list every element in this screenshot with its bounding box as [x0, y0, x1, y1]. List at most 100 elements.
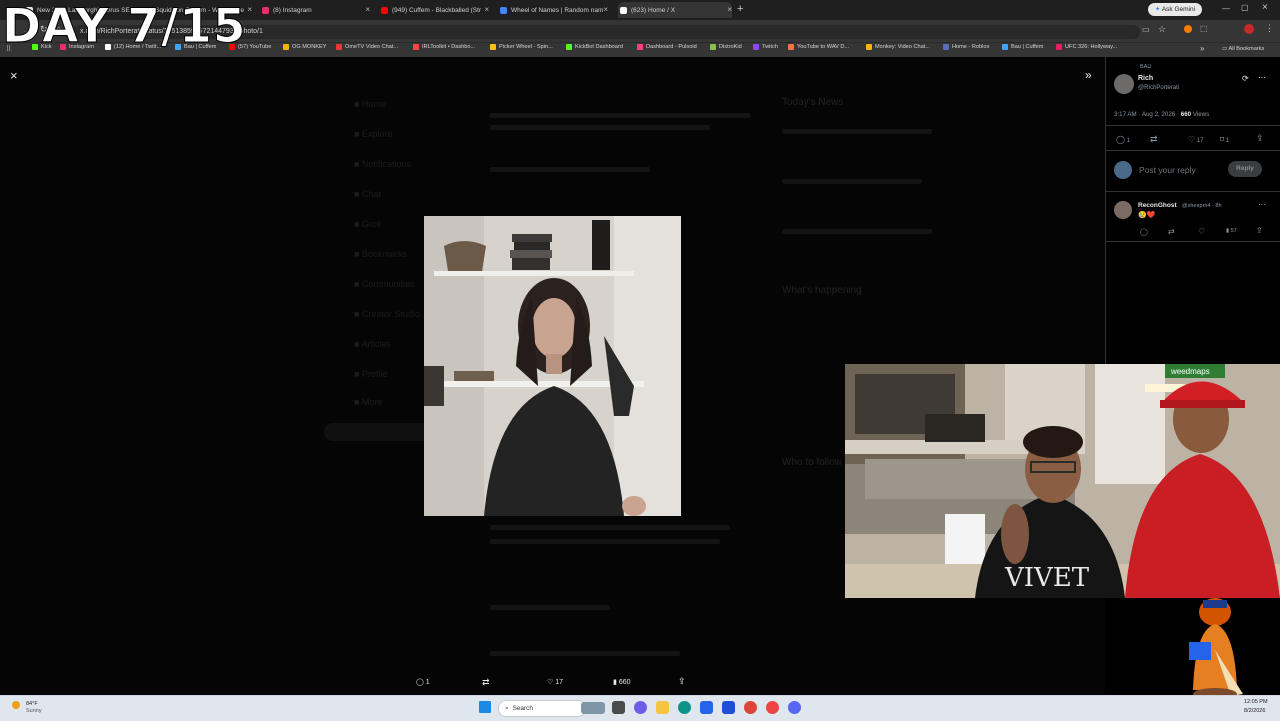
mascot-logo [1189, 598, 1243, 700]
close-icon[interactable]: × [603, 5, 608, 14]
grok-icon[interactable]: ⟳ [1242, 74, 1249, 83]
ghost-nav: ■ Notifications [354, 159, 411, 169]
bookmark-item[interactable]: IRLToolkit • Dashbo... [413, 44, 475, 50]
store-icon[interactable] [700, 701, 713, 714]
reply-views[interactable]: ▮ 57 [1226, 228, 1237, 234]
reply-action[interactable]: ◯ 1 [416, 678, 430, 686]
extension-icon[interactable] [1184, 25, 1192, 33]
new-tab-icon[interactable]: + [737, 3, 743, 15]
edge-icon[interactable] [678, 701, 691, 714]
reply-share-button[interactable]: ⇪ [1256, 226, 1263, 235]
bookmark-item[interactable]: Monkey: Video Chat... [866, 44, 930, 50]
reply-icon: ◯ [1116, 135, 1125, 144]
tab-favicon [262, 6, 269, 14]
author-avatar[interactable] [1114, 74, 1134, 94]
close-icon[interactable]: × [727, 5, 732, 14]
mail-icon[interactable] [722, 701, 735, 714]
ghost-nav: ■ Explore [354, 129, 393, 139]
all-bookmarks[interactable]: ▭ All Bookmarks [1222, 46, 1264, 52]
tab-title: (8) Instagram [273, 6, 312, 14]
extension-icon[interactable]: ⬚ [1200, 24, 1208, 33]
more-icon[interactable]: ⋯ [1258, 73, 1266, 82]
bookmark-item[interactable]: OmeTV Video Chat... [336, 44, 398, 50]
start-icon[interactable] [479, 701, 491, 713]
author-name[interactable]: Rich [1138, 75, 1153, 82]
like-action[interactable]: ♡ 17 [547, 678, 563, 686]
weather-widget[interactable]: 84°F Sunny [10, 699, 50, 717]
reply-like-button[interactable]: ♡ [1198, 227, 1205, 236]
discord-icon[interactable] [788, 701, 801, 714]
clock-date[interactable]: 8/2/2026 [1244, 708, 1265, 714]
share-button[interactable]: ⇪ [1256, 133, 1264, 144]
bookmark-item[interactable]: Dashboard - Pulsoid [637, 44, 697, 50]
clock-time[interactable]: 12:05 PM [1244, 699, 1268, 705]
repost-icon: ⇄ [1150, 134, 1158, 144]
close-icon[interactable]: × [365, 5, 370, 14]
ghost-line [782, 229, 932, 234]
chrome-icon[interactable] [744, 701, 757, 714]
author-handle[interactable]: @RIchPorterati [1138, 85, 1179, 91]
views-action[interactable]: ▮ 660 [613, 678, 631, 686]
tab-6-active[interactable]: (623) Home / X × [618, 2, 732, 18]
close-window-icon[interactable]: × [1262, 2, 1268, 13]
collapse-panel-icon[interactable]: » [1085, 68, 1092, 82]
taskbar-search[interactable]: ⌕ Search [498, 700, 605, 717]
tab-favicon [500, 6, 507, 14]
ask-gemini-button[interactable]: ✦ Ask Gemini [1148, 3, 1202, 16]
copilot-icon[interactable] [634, 701, 647, 714]
heart-icon: ♡ [1198, 227, 1206, 236]
bookmark-item[interactable]: Twitch [753, 44, 778, 50]
reply-avatar[interactable] [1114, 201, 1132, 219]
search-highlight-image [581, 702, 605, 714]
file-explorer-icon[interactable] [656, 701, 669, 714]
profile-avatar-icon[interactable] [1244, 24, 1254, 34]
reply-input[interactable]: Post your reply [1139, 165, 1196, 175]
repost-button[interactable]: ⇄ [1150, 134, 1158, 145]
bookmark-item[interactable]: Bau | Cuffem [1002, 44, 1043, 50]
minimize-icon[interactable]: — [1222, 4, 1230, 13]
task-view-icon[interactable] [612, 701, 625, 714]
close-icon[interactable]: × [10, 68, 18, 83]
x-logo-icon [620, 6, 627, 14]
bookmark-item[interactable]: DistroKid [710, 44, 742, 50]
bookmark-count[interactable]: ⌑ 1 [1220, 135, 1229, 144]
post-photo[interactable] [424, 216, 681, 516]
chevron-right-icon[interactable]: » [1200, 44, 1204, 53]
ghost-nav: ■ Profile [354, 369, 388, 379]
close-icon[interactable]: × [484, 5, 489, 14]
bookmark-item[interactable]: OG MONKEY [283, 44, 327, 50]
bookmark-item[interactable]: Picker Wheel - Spin... [490, 44, 553, 50]
extension-icon[interactable]: ▭ [1142, 25, 1150, 34]
repost-icon: ⇄ [1168, 227, 1175, 236]
star-icon[interactable]: ☆ [1158, 24, 1166, 35]
reply-button[interactable]: Reply [1228, 161, 1262, 177]
reply-reply-button[interactable]: ◯ [1140, 228, 1148, 236]
ghost-nav: ■ Creator Studio [354, 309, 420, 319]
ghost-line [490, 167, 650, 172]
reply-count[interactable]: ◯ 1 [1116, 135, 1130, 144]
ghost-line [490, 113, 750, 118]
bookmark-item[interactable]: UFC 326: Hollyway... [1056, 44, 1117, 50]
bookmark-item[interactable]: Home - Roblox [943, 44, 989, 50]
tab-5[interactable]: Wheel of Names | Random nam × [500, 2, 608, 18]
maximize-icon[interactable]: ▢ [1241, 3, 1249, 12]
close-icon[interactable]: × [247, 5, 252, 14]
shirt-text: VIVET [1004, 563, 1090, 593]
webcam-image: VIVET weedmaps [845, 364, 1280, 598]
bookmark-item[interactable]: YouTube to WAV D... [788, 44, 849, 50]
tab-title: Wheel of Names | Random nam [511, 6, 604, 14]
share-action[interactable]: ⇪ [678, 676, 686, 687]
reply-author-name[interactable]: ReconGhost [1138, 202, 1177, 209]
menu-icon[interactable]: ⋮ [1265, 23, 1274, 34]
webcam-overlay: VIVET weedmaps [845, 364, 1280, 598]
tab-4[interactable]: (949) Cuffem - Blackballed (Str × [381, 2, 489, 18]
like-count[interactable]: ♡ 17 [1188, 135, 1204, 144]
repost-action[interactable]: ⇄ [482, 677, 490, 688]
tab-3[interactable]: (8) Instagram × [262, 2, 370, 18]
bookmark-item[interactable]: KickBot Dashboard [566, 44, 623, 50]
more-icon[interactable]: ⋯ [1258, 200, 1266, 209]
app-icon[interactable] [766, 701, 779, 714]
ghost-nav: ■ Articles [354, 339, 391, 349]
reply-repost-button[interactable]: ⇄ [1168, 227, 1175, 236]
repost-icon: ⇄ [482, 677, 490, 687]
